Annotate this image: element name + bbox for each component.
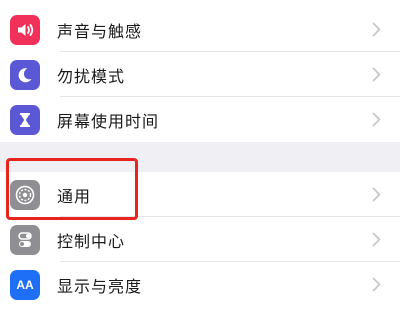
settings-group-1: 声音与触感 勿扰模式 屏幕使用时间 <box>0 7 400 142</box>
settings-item-do-not-disturb[interactable]: 勿扰模式 <box>0 52 400 97</box>
section-separator <box>0 142 400 172</box>
chevron-right-icon <box>370 186 382 204</box>
toggle-switches-icon <box>10 224 40 255</box>
settings-item-display-brightness[interactable]: AA 显示与亮度 <box>0 262 400 307</box>
speaker-icon <box>10 14 40 45</box>
settings-item-label: 显示与亮度 <box>57 276 143 296</box>
moon-icon <box>10 59 40 90</box>
settings-item-label: 通用 <box>57 186 92 206</box>
settings-screen: 声音与触感 勿扰模式 屏幕使用时间 通用 控制中心 AA 显示与亮度 <box>0 0 400 315</box>
settings-item-screen-time[interactable]: 屏幕使用时间 <box>0 97 400 142</box>
hourglass-icon <box>10 104 40 135</box>
settings-item-general[interactable]: 通用 <box>0 172 400 217</box>
text-size-glyph: AA <box>16 277 34 292</box>
text-size-icon: AA <box>10 269 40 300</box>
chevron-right-icon <box>370 231 382 249</box>
settings-item-label: 控制中心 <box>57 231 126 251</box>
chevron-right-icon <box>370 66 382 84</box>
settings-item-label: 勿扰模式 <box>57 66 126 86</box>
settings-item-label: 声音与触感 <box>57 21 143 41</box>
settings-item-sound-haptics[interactable]: 声音与触感 <box>0 7 400 52</box>
chevron-right-icon <box>370 111 382 129</box>
gear-icon <box>10 179 40 210</box>
settings-item-label: 屏幕使用时间 <box>57 111 160 131</box>
settings-group-2: 通用 控制中心 AA 显示与亮度 <box>0 172 400 307</box>
settings-item-control-center[interactable]: 控制中心 <box>0 217 400 262</box>
chevron-right-icon <box>370 276 382 294</box>
chevron-right-icon <box>370 21 382 39</box>
